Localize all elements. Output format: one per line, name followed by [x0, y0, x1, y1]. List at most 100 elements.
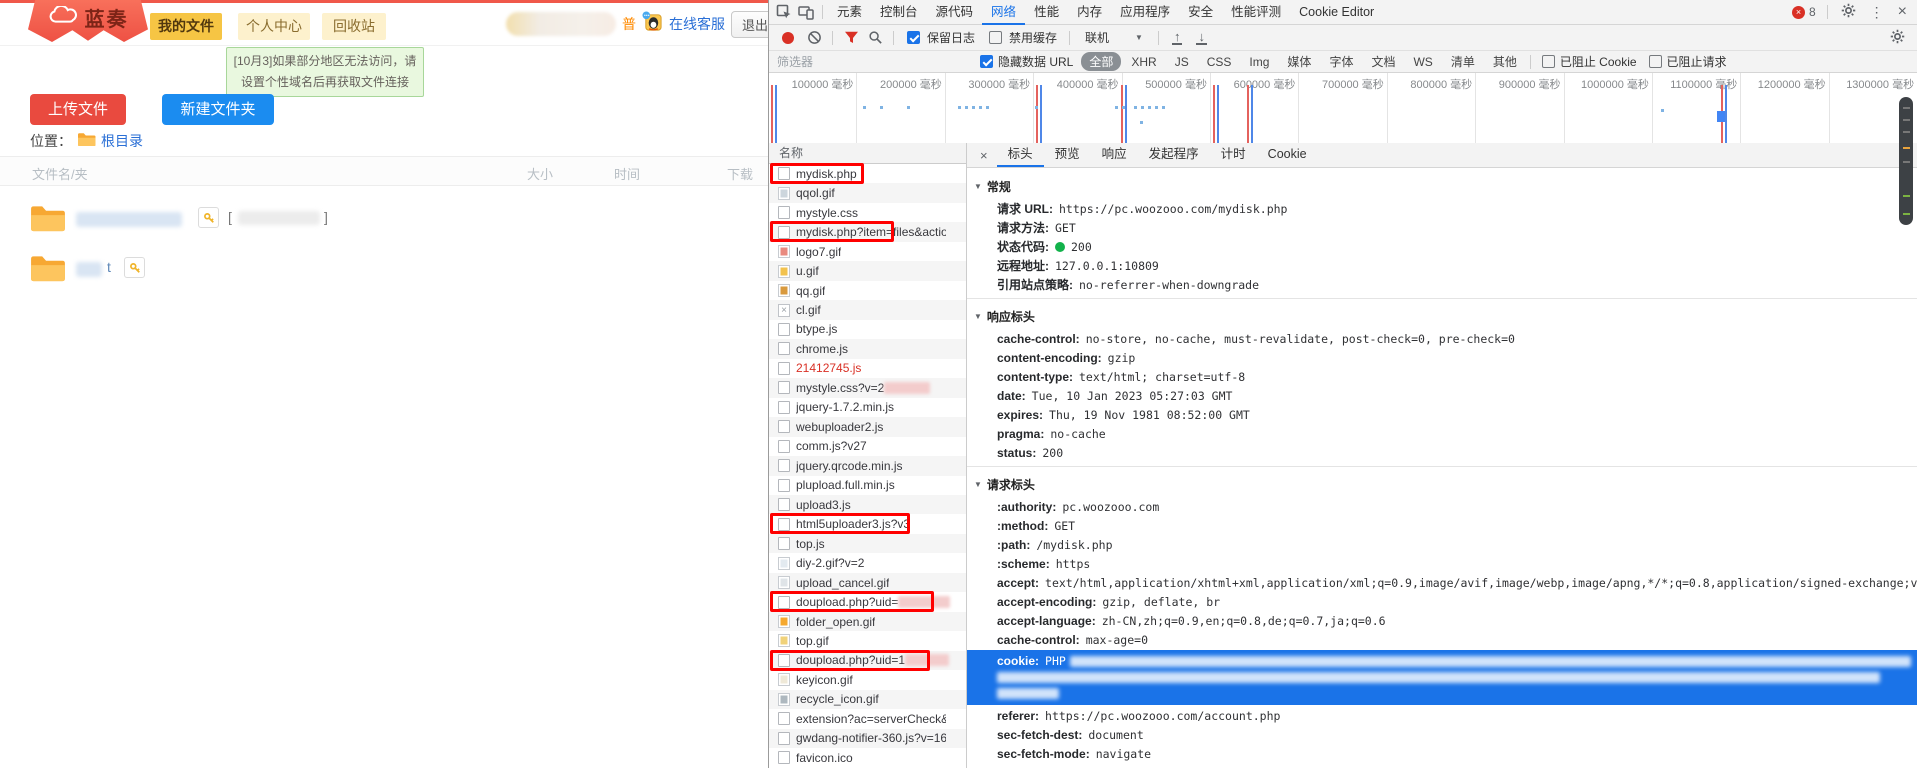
request-row[interactable]: qq.gif [769, 281, 966, 300]
preserve-log-checkbox[interactable] [907, 31, 920, 44]
root-directory-link[interactable]: 根目录 [101, 131, 143, 151]
hide-data-url-checkbox[interactable] [980, 55, 993, 68]
details-tab[interactable]: 预览 [1044, 143, 1091, 167]
clear-network-log-icon[interactable] [803, 28, 825, 48]
blocked-requests-checkbox[interactable] [1649, 55, 1662, 68]
devtools-tab[interactable]: 内存 [1068, 0, 1111, 25]
request-row[interactable]: top.gif [769, 631, 966, 650]
request-row[interactable]: jquery-1.7.2.min.js [769, 398, 966, 417]
network-overview-timeline[interactable]: 100000 毫秒200000 毫秒300000 毫秒400000 毫秒5000… [769, 73, 1917, 144]
filter-funnel-icon[interactable] [840, 28, 862, 48]
details-tab[interactable]: 计时 [1210, 143, 1257, 167]
devtools-tab[interactable]: Cookie Editor [1290, 0, 1383, 25]
device-toolbar-icon[interactable] [795, 2, 817, 22]
folder-row[interactable]: [ ] [0, 196, 768, 242]
cookie-header-selected[interactable]: cookie: PHP [967, 650, 1917, 705]
details-tab[interactable]: 标头 [997, 143, 1044, 167]
online-support-link[interactable]: 在线客服 [669, 14, 725, 34]
devtools-tab[interactable]: 安全 [1179, 0, 1222, 25]
request-row[interactable]: folder_open.gif [769, 612, 966, 631]
devtools-tab[interactable]: 应用程序 [1111, 0, 1179, 25]
filter-pill[interactable]: WS [1405, 54, 1440, 70]
folder-row[interactable]: t [0, 246, 768, 292]
request-list-header[interactable]: 名称 [769, 143, 966, 164]
devtools-tab[interactable]: 元素 [828, 0, 871, 25]
import-har-icon[interactable]: ↑ [1172, 31, 1183, 45]
request-row[interactable]: btype.js [769, 320, 966, 339]
request-row[interactable]: comm.js?v27 [769, 437, 966, 456]
request-row[interactable]: doupload.php?uid= [769, 592, 966, 611]
request-row[interactable]: recycle_icon.gif [769, 690, 966, 709]
new-folder-button[interactable]: 新建文件夹 [162, 94, 274, 125]
devtools-tab[interactable]: 源代码 [927, 0, 983, 25]
section-response-headers[interactable]: ▼ 响应标头 [967, 303, 1917, 329]
close-details-icon[interactable]: × [971, 148, 997, 163]
header-key: :scheme: [997, 557, 1050, 571]
request-row[interactable]: mydisk.php?item=files&action=in… [769, 222, 966, 241]
filter-pill[interactable]: 字体 [1321, 52, 1361, 71]
request-row[interactable]: qqol.gif [769, 183, 966, 202]
request-row[interactable]: cl.gif [769, 300, 966, 319]
upload-file-button[interactable]: 上传文件 [30, 94, 126, 125]
qq-icon[interactable] [642, 11, 663, 37]
devtools-tab[interactable]: 网络 [982, 0, 1025, 25]
request-row[interactable]: mydisk.php [769, 164, 966, 183]
request-row[interactable]: upload3.js [769, 495, 966, 514]
password-key-icon[interactable] [198, 207, 219, 228]
filter-pill[interactable]: JS [1167, 54, 1197, 70]
request-row[interactable]: doupload.php?uid=1 [769, 651, 966, 670]
network-settings-gear-icon[interactable] [1884, 29, 1911, 47]
export-har-icon[interactable]: ↓ [1196, 31, 1207, 45]
filter-pill[interactable]: 清单 [1443, 52, 1483, 71]
close-devtools-icon[interactable]: × [1892, 3, 1913, 21]
filter-pill[interactable]: 文档 [1363, 52, 1403, 71]
nav-tab[interactable]: 我的文件 [150, 13, 222, 40]
details-tab[interactable]: 发起程序 [1138, 143, 1210, 167]
request-row[interactable]: favicon.ico [769, 748, 966, 767]
password-key-icon[interactable] [124, 257, 145, 278]
filter-pill[interactable]: 其他 [1485, 52, 1525, 71]
more-menu-icon[interactable]: ⋮ [1864, 4, 1890, 21]
request-row[interactable]: 21412745.js [769, 359, 966, 378]
request-row[interactable]: plupload.full.min.js [769, 476, 966, 495]
filter-pill[interactable]: Img [1241, 54, 1277, 70]
request-row[interactable]: gwdang-notifier-360.js?v=168754… [769, 729, 966, 748]
devtools-tab[interactable]: 性能 [1025, 0, 1068, 25]
section-general[interactable]: ▼ 常规 [967, 173, 1917, 199]
request-row[interactable]: logo7.gif [769, 242, 966, 261]
app-logo[interactable]: 蓝奏 [28, 0, 148, 42]
throttling-select[interactable]: 联机 ▼ [1077, 29, 1151, 46]
request-row[interactable]: html5uploader3.js?v3 [769, 514, 966, 533]
disable-cache-checkbox[interactable] [989, 31, 1002, 44]
nav-tab[interactable]: 回收站 [322, 13, 386, 40]
section-request-headers[interactable]: ▼ 请求标头 [967, 471, 1917, 497]
request-row[interactable]: extension?ac=serverCheck&from_… [769, 709, 966, 728]
filter-pill[interactable]: XHR [1123, 54, 1164, 70]
request-row[interactable]: jquery.qrcode.min.js [769, 456, 966, 475]
filter-input[interactable] [775, 54, 974, 70]
request-row[interactable]: chrome.js [769, 339, 966, 358]
devtools-tab[interactable]: 控制台 [871, 0, 927, 25]
filter-pill[interactable]: CSS [1199, 54, 1240, 70]
overlay-scrollbar[interactable] [1899, 97, 1913, 225]
blocked-cookies-checkbox[interactable] [1542, 55, 1555, 68]
filter-pill[interactable]: 全部 [1081, 52, 1121, 71]
request-row[interactable]: webuploader2.js [769, 417, 966, 436]
settings-gear-icon[interactable] [1835, 3, 1862, 21]
request-row[interactable]: keyicon.gif [769, 670, 966, 689]
record-network-log-icon[interactable] [782, 32, 794, 44]
request-row[interactable]: mystyle.css?v=2 [769, 378, 966, 397]
inspect-element-icon[interactable] [773, 2, 795, 22]
request-row[interactable]: u.gif [769, 261, 966, 280]
details-tab[interactable]: 响应 [1091, 143, 1138, 167]
request-row[interactable]: upload_cancel.gif [769, 573, 966, 592]
error-count-badge[interactable]: × 8 [1788, 5, 1820, 19]
details-tab[interactable]: Cookie [1257, 143, 1318, 167]
devtools-tab[interactable]: 性能评测 [1222, 0, 1290, 25]
filter-pill[interactable]: 媒体 [1279, 52, 1319, 71]
nav-tab[interactable]: 个人中心 [238, 13, 310, 40]
request-row[interactable]: mystyle.css [769, 203, 966, 222]
request-row[interactable]: top.js [769, 534, 966, 553]
request-row[interactable]: diy-2.gif?v=2 [769, 553, 966, 572]
search-icon[interactable] [864, 28, 886, 48]
